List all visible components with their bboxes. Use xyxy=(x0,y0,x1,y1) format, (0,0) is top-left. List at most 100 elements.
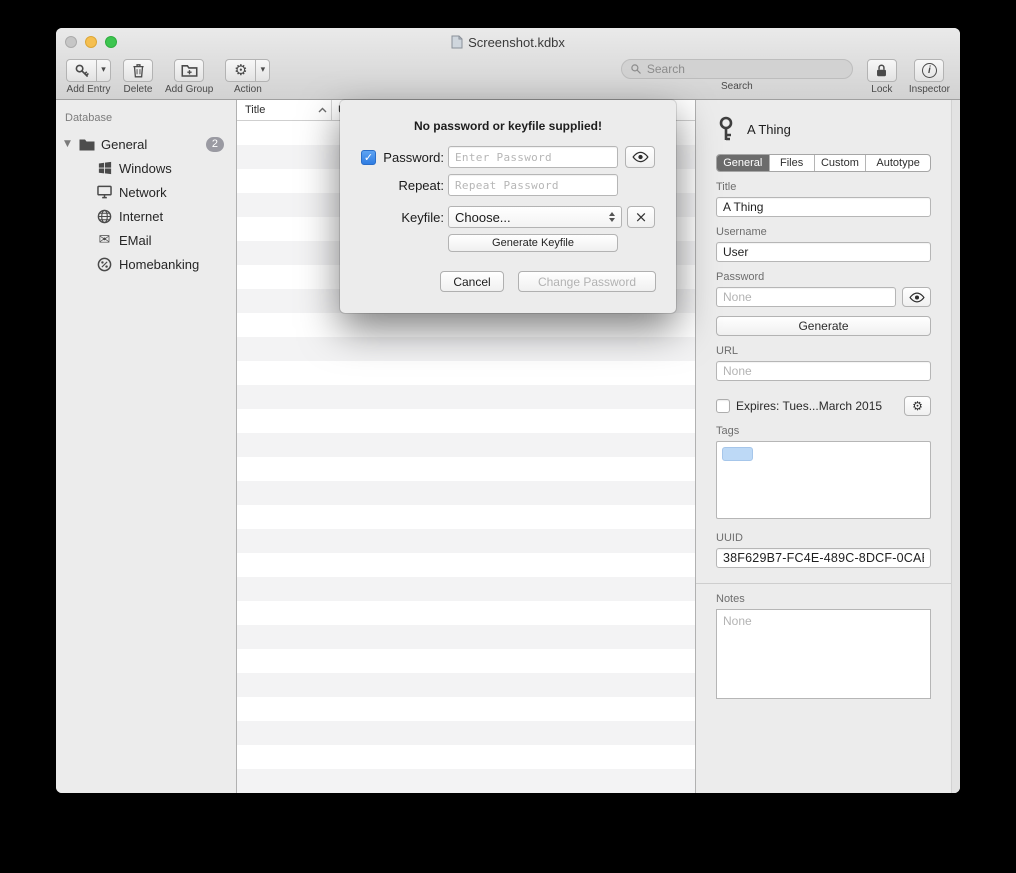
envelope-icon: ✉ xyxy=(96,232,113,249)
reveal-dialog-password-button[interactable] xyxy=(625,146,655,168)
username-field[interactable] xyxy=(716,242,931,262)
tab-autotype[interactable]: Autotype xyxy=(866,155,930,171)
tab-general[interactable]: General xyxy=(717,155,770,171)
title-field-label: Title xyxy=(716,181,931,193)
windows-icon xyxy=(96,160,113,177)
reveal-password-button[interactable] xyxy=(902,287,931,307)
tab-custom[interactable]: Custom xyxy=(815,155,867,171)
sidebar-item-general[interactable]: ▼ General 2 xyxy=(56,132,236,156)
toolbar-item-inspector: i Inspector xyxy=(909,59,950,95)
dialog-message: No password or keyfile supplied! xyxy=(340,119,676,133)
delete-button[interactable] xyxy=(123,59,153,82)
toolbar-item-search: Search Search xyxy=(621,59,853,92)
expires-checkbox[interactable] xyxy=(716,399,730,413)
toolbar-item-label: Action xyxy=(234,84,262,95)
cancel-button[interactable]: Cancel xyxy=(440,271,504,292)
monitor-icon xyxy=(96,184,113,201)
uuid-field-label: UUID xyxy=(716,532,931,544)
disclosure-triangle-icon[interactable]: ▼ xyxy=(64,139,78,149)
add-entry-button[interactable] xyxy=(66,59,96,82)
toolbar-item-label: Lock xyxy=(871,84,892,95)
repeat-label: Repeat: xyxy=(378,178,444,193)
tab-label: General xyxy=(723,157,762,169)
sidebar-item-label: Windows xyxy=(119,161,172,176)
folder-icon xyxy=(78,136,95,153)
notes-placeholder: None xyxy=(723,614,752,628)
sidebar-item-label: EMail xyxy=(119,233,152,248)
sidebar-item-windows[interactable]: Windows xyxy=(56,156,236,180)
action-button[interactable]: ⚙ xyxy=(225,59,255,82)
folder-plus-icon xyxy=(181,63,198,78)
tab-label: Autotype xyxy=(876,157,919,169)
sidebar-item-label: Network xyxy=(119,185,167,200)
entry-count-badge: 2 xyxy=(206,137,224,152)
toolbar-item-lock: Lock xyxy=(867,59,897,95)
sidebar-item-email[interactable]: ✉ EMail xyxy=(56,228,236,252)
inspector-button[interactable]: i xyxy=(914,59,944,82)
stepper-icon xyxy=(609,212,615,222)
button-label: Change Password xyxy=(538,275,636,289)
button-label: Generate Keyfile xyxy=(492,237,574,249)
action-dropdown-button[interactable]: ▾ xyxy=(255,59,270,82)
sidebar-item-internet[interactable]: Internet xyxy=(56,204,236,228)
search-placeholder: Search xyxy=(647,62,685,76)
repeat-password-input[interactable] xyxy=(448,174,618,196)
enter-password-input[interactable] xyxy=(448,146,618,168)
button-label: Generate xyxy=(798,319,848,333)
sidebar-item-label: General xyxy=(101,137,147,152)
expires-row: Expires: Tues...March 2015 ⚙ xyxy=(716,396,931,416)
title-field[interactable] xyxy=(716,197,931,217)
username-field-label: Username xyxy=(716,226,931,238)
toolbar-item-action: ⚙ ▾ Action xyxy=(225,59,270,95)
column-header-label: Title xyxy=(245,104,265,116)
lock-button[interactable] xyxy=(867,59,897,82)
password-field[interactable] xyxy=(716,287,896,307)
toolbar: ▾ Add Entry Delete xyxy=(56,56,960,99)
clear-keyfile-button[interactable]: × xyxy=(627,206,655,228)
chevron-down-icon: ▾ xyxy=(261,66,266,75)
expires-options-button[interactable]: ⚙ xyxy=(904,396,931,416)
password-field-label: Password xyxy=(716,271,931,283)
sidebar-item-label: Homebanking xyxy=(119,257,199,272)
percent-coin-icon xyxy=(96,256,113,273)
keyfile-selected-value: Choose... xyxy=(455,210,511,225)
keyfile-dropdown[interactable]: Choose... xyxy=(448,206,622,228)
gear-icon: ⚙ xyxy=(234,63,247,78)
gear-icon: ⚙ xyxy=(912,400,923,412)
password-checkbox[interactable]: ✓ xyxy=(361,150,376,165)
titlebar[interactable]: Screenshot.kdbx xyxy=(56,28,960,56)
tab-files[interactable]: Files xyxy=(770,155,815,171)
url-field[interactable] xyxy=(716,361,931,381)
toolbar-item-add-entry: ▾ Add Entry xyxy=(66,59,111,95)
toolbar-item-add-group: Add Group xyxy=(165,59,213,95)
sort-ascending-icon xyxy=(318,107,327,113)
tab-label: Custom xyxy=(821,157,859,169)
change-password-button[interactable]: Change Password xyxy=(518,271,656,292)
tags-field[interactable] xyxy=(716,441,931,519)
inspector-divider xyxy=(696,583,960,584)
toolbar-item-label: Delete xyxy=(124,84,153,95)
generate-password-button[interactable]: Generate xyxy=(716,316,931,336)
notes-field[interactable]: None xyxy=(716,609,931,699)
sidebar-section-header: Database xyxy=(56,112,236,126)
inspector-tabs: General Files Custom Autotype xyxy=(716,154,931,172)
eye-icon xyxy=(909,292,925,303)
sidebar-item-network[interactable]: Network xyxy=(56,180,236,204)
inspector-entry-header: A Thing xyxy=(716,112,931,146)
toolbar-right-group: Search Search Lock xyxy=(621,59,950,95)
column-header-title[interactable]: Title xyxy=(237,100,332,120)
inspector-scrollbar[interactable] xyxy=(951,100,960,793)
uuid-field[interactable] xyxy=(716,548,931,568)
expires-label: Expires: Tues...March 2015 xyxy=(736,399,882,413)
key-icon xyxy=(74,63,90,79)
sidebar-item-homebanking[interactable]: Homebanking xyxy=(56,252,236,276)
document-icon xyxy=(451,35,463,49)
search-input[interactable]: Search xyxy=(621,59,853,79)
chevron-down-icon: ▾ xyxy=(101,66,106,75)
add-entry-dropdown-button[interactable]: ▾ xyxy=(96,59,111,82)
generate-keyfile-button[interactable]: Generate Keyfile xyxy=(448,234,618,252)
search-icon xyxy=(630,63,642,75)
tag-token[interactable] xyxy=(722,447,753,461)
add-group-button[interactable] xyxy=(174,59,204,82)
globe-icon xyxy=(96,208,113,225)
